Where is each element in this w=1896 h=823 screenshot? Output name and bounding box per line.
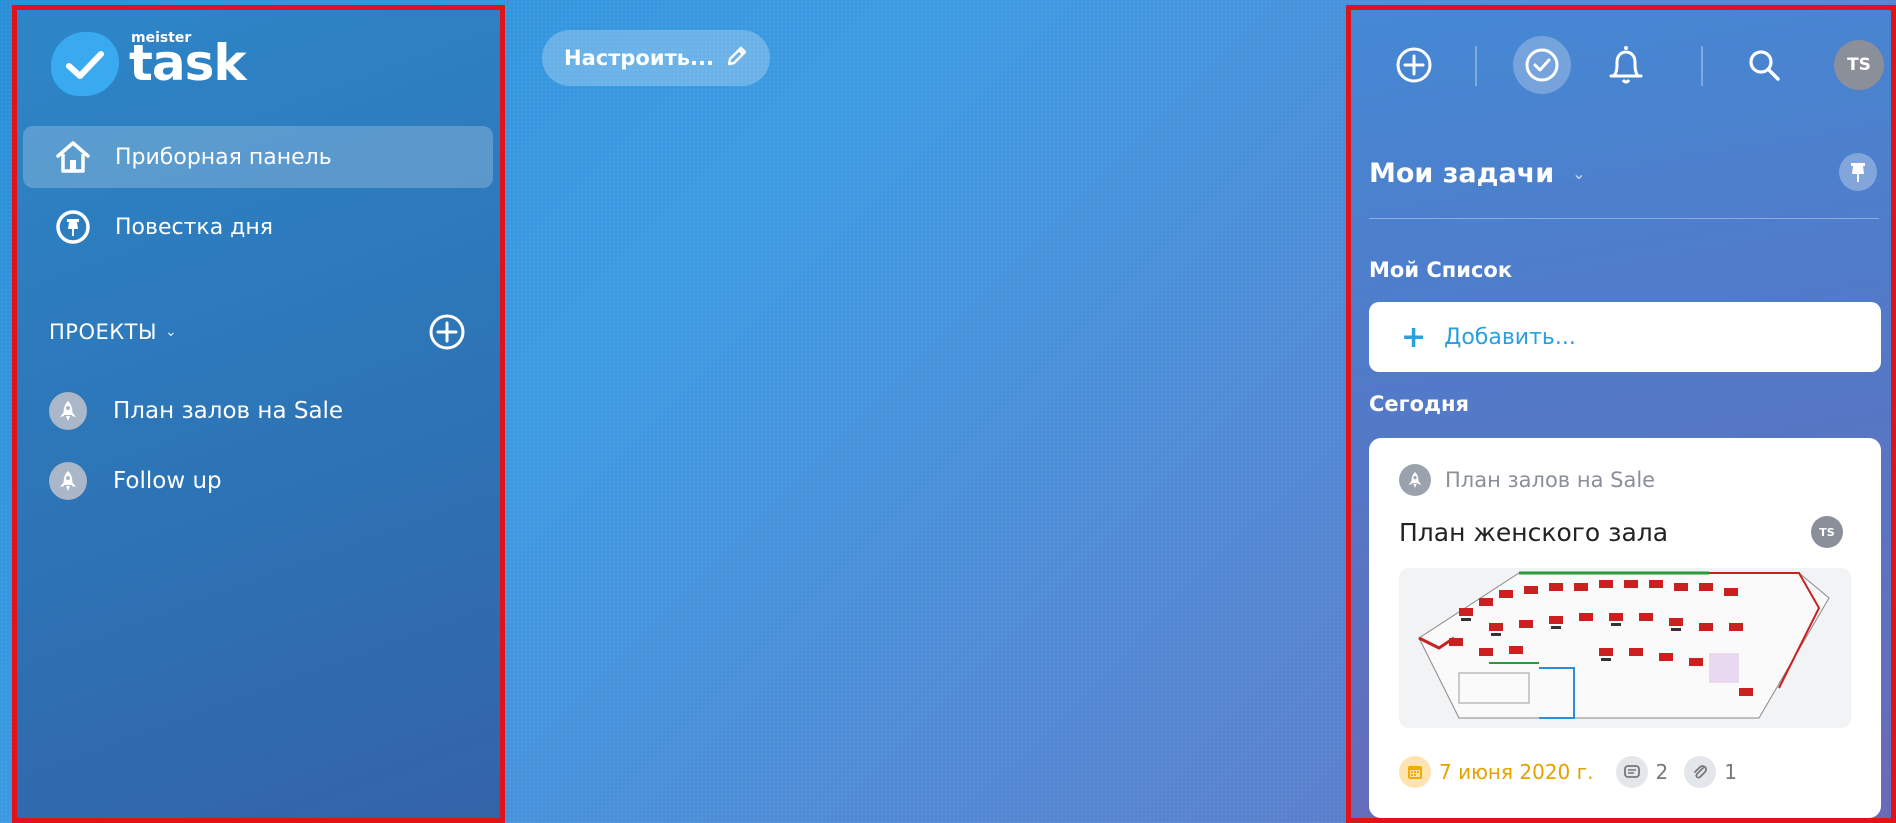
sidebar-project-item[interactable]: План залов на Sale (49, 387, 343, 435)
bell-icon (1609, 46, 1643, 84)
project-label: Follow up (113, 468, 222, 494)
sidebar-item-dashboard[interactable]: Приборная панель (23, 126, 493, 188)
search-button[interactable] (1739, 40, 1789, 90)
my-tasks-button[interactable] (1513, 36, 1571, 94)
task-assignee-avatar[interactable]: TS (1811, 516, 1843, 548)
user-avatar[interactable]: TS (1834, 40, 1884, 90)
projects-header[interactable]: ПРОЕКТЫ ⌄ (49, 320, 177, 344)
attachment-count: 1 (1724, 760, 1737, 784)
customize-button[interactable]: Настроить... (542, 30, 770, 86)
sidebar: meister task Приборная панель Повестка д… (12, 5, 505, 823)
my-list-label: Мой Список (1369, 258, 1513, 282)
pin-icon (1851, 163, 1865, 182)
panel-divider (1369, 218, 1879, 219)
add-task-input[interactable]: + Добавить... (1369, 302, 1881, 372)
task-attachment-thumbnail[interactable] (1399, 568, 1851, 728)
project-label: План залов на Sale (113, 398, 344, 424)
comment-count: 2 (1655, 760, 1669, 784)
home-icon (53, 137, 93, 177)
today-label: Сегодня (1369, 392, 1470, 416)
search-icon (1749, 50, 1780, 81)
task-project[interactable]: План залов на Sale (1399, 464, 1655, 496)
topbar-divider (1475, 46, 1477, 86)
notifications-button[interactable] (1601, 40, 1651, 90)
plus-circle-icon (429, 314, 465, 350)
pin-panel-button[interactable] (1839, 153, 1877, 191)
task-title[interactable]: План женского зала (1399, 518, 1668, 547)
projects-header-label: ПРОЕКТЫ (49, 320, 158, 344)
rocket-icon (1399, 464, 1431, 496)
task-card[interactable]: План залов на Sale План женского зала TS (1369, 438, 1881, 818)
my-tasks-title[interactable]: Мои задачи ⌄ (1369, 158, 1586, 189)
add-task-button[interactable] (1389, 40, 1439, 90)
task-meta: 7 июня 2020 г. 2 1 (1399, 756, 1753, 788)
pencil-icon (726, 45, 748, 72)
sidebar-item-agenda[interactable]: Повестка дня (23, 196, 493, 258)
task-project-label: План залов на Sale (1445, 468, 1656, 492)
logo-text-large: task (129, 34, 247, 92)
rocket-icon (49, 392, 87, 430)
pin-circle-icon (53, 207, 93, 247)
chevron-down-icon: ⌄ (165, 324, 178, 340)
add-task-placeholder: Добавить... (1444, 324, 1576, 350)
chevron-down-icon: ⌄ (1572, 164, 1586, 183)
logo-check-icon (51, 32, 119, 96)
plus-circle-icon (1396, 47, 1432, 83)
sidebar-item-label: Повестка дня (115, 214, 274, 240)
customize-label: Настроить... (564, 46, 714, 70)
sidebar-item-label: Приборная панель (115, 144, 332, 170)
paperclip-icon (1684, 756, 1717, 788)
topbar-divider (1701, 46, 1703, 86)
add-project-button[interactable] (427, 312, 467, 352)
due-date[interactable]: 7 июня 2020 г. (1439, 760, 1594, 784)
calendar-icon (1399, 756, 1431, 788)
comment-icon (1615, 756, 1648, 788)
right-panel: TS Мои задачи ⌄ Мой Список + Добавить...… (1346, 5, 1896, 823)
rocket-icon (49, 462, 87, 500)
sidebar-project-item[interactable]: Follow up (49, 457, 222, 505)
my-tasks-title-label: Мои задачи (1369, 158, 1555, 189)
app-logo[interactable]: meister task (51, 28, 251, 96)
check-circle-icon (1525, 48, 1559, 82)
plus-icon: + (1401, 319, 1427, 355)
floor-plan-image (1399, 568, 1851, 728)
